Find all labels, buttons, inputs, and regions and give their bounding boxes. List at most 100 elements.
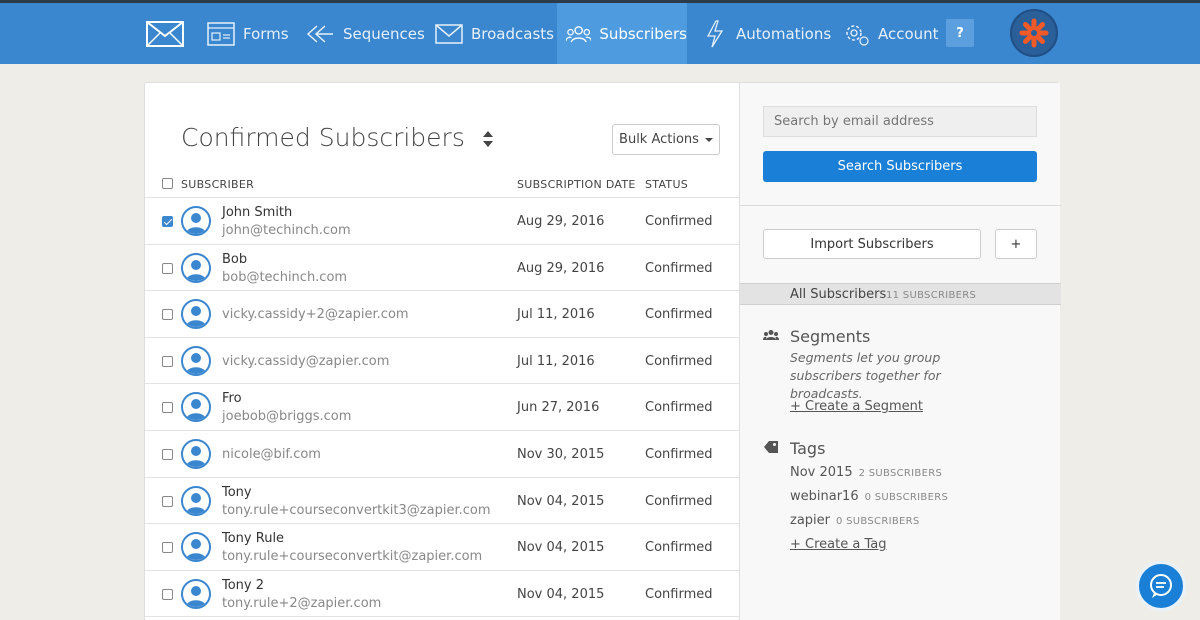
subscriber-name[interactable]: Tony 2 <box>222 578 264 593</box>
nav-sequences[interactable]: Sequences <box>305 3 425 64</box>
row-checkbox[interactable] <box>162 588 173 600</box>
subscriber-avatar <box>181 532 211 563</box>
select-all-checkbox[interactable] <box>162 178 173 189</box>
all-subscribers-count: 11 SUBSCRIBERS <box>886 290 977 301</box>
table-row[interactable]: nicole@bif.com Nov 30, 2015 Confirmed <box>145 431 739 478</box>
nav-automations[interactable]: Automations <box>706 3 831 64</box>
subscription-date: Nov 30, 2015 <box>517 446 605 462</box>
subscriber-status: Confirmed <box>645 353 713 369</box>
user-placeholder-icon <box>186 213 206 234</box>
nav-subscribers[interactable]: Subscribers <box>557 3 687 64</box>
create-segment-link[interactable]: + Create a Segment <box>790 399 923 414</box>
tag-count: 0 SUBSCRIBERS <box>864 492 949 503</box>
search-subscribers-button[interactable]: Search Subscribers <box>763 151 1037 182</box>
row-checkbox[interactable] <box>162 216 173 227</box>
user-avatar[interactable] <box>1010 9 1058 57</box>
home-logo[interactable] <box>146 3 184 64</box>
tag-count: 0 SUBSCRIBERS <box>836 516 920 527</box>
subscriber-email[interactable]: tony.rule+2@zapier.com <box>222 596 381 611</box>
subscriber-status: Confirmed <box>645 586 713 602</box>
caret-down-icon <box>704 137 713 142</box>
nav-subscribers-label: Subscribers <box>599 24 687 43</box>
nav-forms[interactable]: Forms <box>207 3 289 64</box>
subscriber-email[interactable]: nicole@bif.com <box>222 447 321 462</box>
row-checkbox[interactable] <box>162 309 173 321</box>
subscriber-name[interactable]: Bob <box>222 252 247 267</box>
tags-title: Tags <box>790 439 826 458</box>
subscriber-name[interactable]: John Smith <box>222 205 292 220</box>
bulk-actions-button[interactable]: Bulk Actions <box>612 124 720 155</box>
user-placeholder-icon <box>186 259 206 281</box>
subscriber-avatar <box>181 392 211 423</box>
envelope-logo-icon <box>146 20 184 47</box>
table-row[interactable]: Fro joebob@briggs.com Jun 27, 2016 Confirme… <box>145 384 739 431</box>
bulk-actions-label: Bulk Actions <box>619 132 699 147</box>
sort-toggle-icon[interactable] <box>482 129 494 149</box>
users-icon <box>566 25 592 42</box>
table-row[interactable]: vicky.cassidy@zapier.com Jul 11, 2016 Conf… <box>145 338 739 385</box>
subscriber-name[interactable]: Tony <box>222 485 252 500</box>
nav-broadcasts[interactable]: Broadcasts <box>435 3 554 64</box>
all-subscribers-filter[interactable]: All Subscribers 11 SUBSCRIBERS <box>740 283 1061 305</box>
row-checkbox[interactable] <box>162 495 173 507</box>
nav-sequences-label: Sequences <box>343 24 425 43</box>
user-placeholder-icon <box>186 306 206 328</box>
row-checkbox[interactable] <box>162 355 173 367</box>
subscriber-status: Confirmed <box>645 260 713 276</box>
subscriber-email[interactable]: bob@techinch.com <box>222 270 347 285</box>
all-subscribers-label: All Subscribers <box>790 287 887 302</box>
subscriber-sidebar: Search Subscribers Import Subscribers + … <box>739 83 1061 620</box>
subscriber-email[interactable]: tony.rule+courseconvertkit@zapier.com <box>222 549 482 564</box>
subscriber-email[interactable]: john@techinch.com <box>222 223 351 238</box>
table-row[interactable]: Tony Rule tony.rule+courseconvertkit@zapi… <box>145 524 739 571</box>
sequence-icon <box>306 24 333 43</box>
nav-account[interactable]: Account <box>842 3 939 64</box>
table-row[interactable]: Tony tony.rule+courseconvertkit3@zapier.c… <box>145 478 739 525</box>
nav-account-label: Account <box>878 24 939 43</box>
subscription-date: Aug 29, 2016 <box>517 260 605 276</box>
subscriber-avatar <box>181 299 211 330</box>
import-subscribers-button[interactable]: Import Subscribers <box>763 229 981 259</box>
subscription-date: Aug 29, 2016 <box>517 214 605 229</box>
subscriber-name[interactable]: Tony Rule <box>222 531 284 546</box>
tag-item[interactable]: webinar16 0 SUBSCRIBERS <box>790 489 948 504</box>
row-checkbox[interactable] <box>162 448 173 460</box>
subscriber-email[interactable]: tony.rule+courseconvertkit3@zapier.com <box>222 503 491 518</box>
lightning-icon <box>706 19 724 47</box>
subscriber-email[interactable]: vicky.cassidy+2@zapier.com <box>222 307 409 322</box>
add-subscriber-button[interactable]: + <box>995 229 1037 259</box>
search-email-input[interactable] <box>763 106 1037 137</box>
subscriber-name[interactable]: Fro <box>222 391 242 406</box>
help-button[interactable]: ? <box>946 19 974 47</box>
subscriber-list-section: Confirmed Subscribers Bulk Actions SUBSC… <box>145 83 739 620</box>
subscribers-panel: Confirmed Subscribers Bulk Actions SUBSC… <box>144 82 1061 620</box>
chat-support-button[interactable] <box>1136 561 1186 611</box>
row-checkbox[interactable] <box>162 402 173 414</box>
form-icon <box>207 21 235 46</box>
nav-broadcasts-label: Broadcasts <box>471 24 554 43</box>
tag-item[interactable]: Nov 2015 2 SUBSCRIBERS <box>790 465 942 480</box>
user-placeholder-icon <box>186 539 206 561</box>
table-header: SUBSCRIBER SUBSCRIPTION DATE STATUS <box>145 169 739 198</box>
page-title: Confirmed Subscribers <box>181 123 465 152</box>
table-row[interactable]: Bob bob@techinch.com Aug 29, 2016 Confirmed <box>145 245 739 292</box>
table-row[interactable]: Tony 2 tony.rule+2@zapier.com Nov 04, 2015… <box>145 571 739 618</box>
tag-count: 2 SUBSCRIBERS <box>858 468 943 479</box>
envelope-icon <box>435 23 463 44</box>
subscription-date: Nov 04, 2015 <box>517 540 605 556</box>
table-row[interactable]: John Smith john@techinch.com Aug 29, 2016 C… <box>145 198 739 245</box>
nav-forms-label: Forms <box>243 24 289 43</box>
subscriber-email[interactable]: vicky.cassidy@zapier.com <box>222 354 389 369</box>
subscriber-status: Confirmed <box>645 307 713 323</box>
table-row[interactable]: vicky.cassidy+2@zapier.com Jul 11, 2016 Co… <box>145 291 739 338</box>
create-tag-link[interactable]: + Create a Tag <box>790 537 886 552</box>
row-checkbox[interactable] <box>162 542 173 554</box>
row-checkbox[interactable] <box>162 262 173 274</box>
tag-item[interactable]: zapier 0 SUBSCRIBERS <box>790 513 920 528</box>
segments-description: Segments let you group subscribers toget… <box>790 350 941 401</box>
nav-automations-label: Automations <box>736 24 832 43</box>
column-subscription-date: SUBSCRIPTION DATE <box>517 178 636 191</box>
column-status: STATUS <box>645 178 689 191</box>
tag-name: Nov 2015 <box>790 465 853 480</box>
subscriber-email[interactable]: joebob@briggs.com <box>222 409 351 424</box>
